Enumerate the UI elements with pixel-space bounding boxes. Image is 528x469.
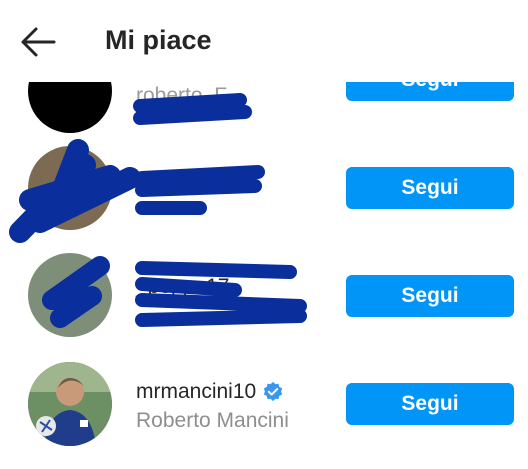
profile-photo <box>28 362 112 446</box>
full-name: Roberto Mancini <box>136 409 289 432</box>
avatar[interactable] <box>28 362 112 446</box>
follow-button[interactable]: Segui <box>346 167 514 209</box>
app-header: Mi piace <box>0 0 528 82</box>
username[interactable]: andrea_f... <box>136 168 236 192</box>
avatar[interactable] <box>28 253 112 337</box>
page-title: Mi piace <box>105 25 212 55</box>
list-item[interactable]: _peppe17 Segui <box>0 245 528 353</box>
username-text[interactable]: mrmancini10 <box>136 380 256 403</box>
back-button[interactable] <box>18 24 58 60</box>
username[interactable]: mrmancini10 <box>136 380 284 404</box>
follow-button[interactable]: Segui <box>346 383 514 425</box>
avatar[interactable] <box>28 146 112 230</box>
list-item[interactable]: andrea_f... Segui <box>0 136 528 244</box>
arrow-left-icon <box>21 27 56 57</box>
follow-button[interactable]: Segui <box>346 275 514 317</box>
username[interactable]: roberto_F... <box>136 84 242 108</box>
list-item[interactable]: mrmancini10 Roberto Mancini Segui <box>0 354 528 462</box>
username[interactable]: _peppe17 <box>136 275 229 299</box>
verified-badge-icon <box>264 382 283 402</box>
